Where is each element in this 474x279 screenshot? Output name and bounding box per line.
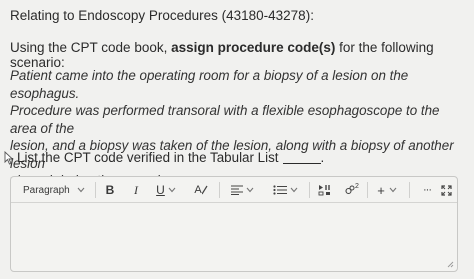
expand-icon [440,184,452,196]
editor-content[interactable] [11,204,457,271]
underline-label: U [156,183,165,197]
insert-dropdown[interactable]: + [373,177,401,203]
scenario-line: Procedure was performed transoral with a… [10,103,440,136]
chevron-down-icon [168,187,176,193]
media-icon [318,185,330,196]
italic-button[interactable]: I [129,177,143,203]
text-color-label: A [194,184,202,196]
question-end: . [320,150,325,165]
instruction-prefix: Using the CPT code book, [10,40,172,55]
align-left-icon [230,185,243,195]
bold-button[interactable]: B [103,177,117,203]
media-button[interactable] [317,177,333,203]
superscript-label: 2 [355,182,359,190]
align-dropdown[interactable] [227,177,257,203]
instruction-bold: assign procedure code(s) [171,40,336,55]
resize-handle-icon[interactable] [446,260,454,268]
section-title: Relating to Endoscopy Procedures (43180-… [10,8,314,23]
rich-text-editor: Paragraph B I U A 2 + ··· [10,176,458,272]
chevron-down-icon [246,187,253,193]
toolbar-divider [367,182,368,198]
superscript-button[interactable]: 2 [343,177,361,203]
instruction-text: Using the CPT code book, assign procedur… [10,40,474,70]
highlight-stroke-icon [201,185,208,195]
toolbar-divider [409,182,410,198]
paragraph-dropdown[interactable]: Paragraph [23,177,85,203]
question-text: List the CPT code verified in the Tabula… [17,150,279,165]
bulleted-list-icon [272,185,287,195]
paragraph-label: Paragraph [23,184,70,196]
answer-blank [282,152,321,164]
editor-toolbar: Paragraph B I U A 2 + ··· [11,177,457,203]
scenario-line: Patient came into the operating room for… [10,68,409,101]
text-cursor-icon [4,150,14,165]
link-icon [345,185,355,195]
toolbar-divider [309,182,310,198]
chevron-down-icon [77,187,85,193]
add-label: + [377,182,385,198]
question-prompt: List the CPT code verified in the Tabula… [4,150,324,165]
underline-button[interactable]: U [151,177,181,203]
list-dropdown[interactable] [269,177,301,203]
fullscreen-button[interactable] [439,177,453,203]
toolbar-divider [95,182,96,198]
scenario-text: Patient came into the operating room for… [10,67,468,190]
chevron-down-icon [389,187,397,193]
toolbar-divider [219,182,220,198]
text-color-button[interactable]: A [191,177,211,203]
chevron-down-icon [290,187,297,193]
more-button[interactable]: ··· [419,177,435,203]
